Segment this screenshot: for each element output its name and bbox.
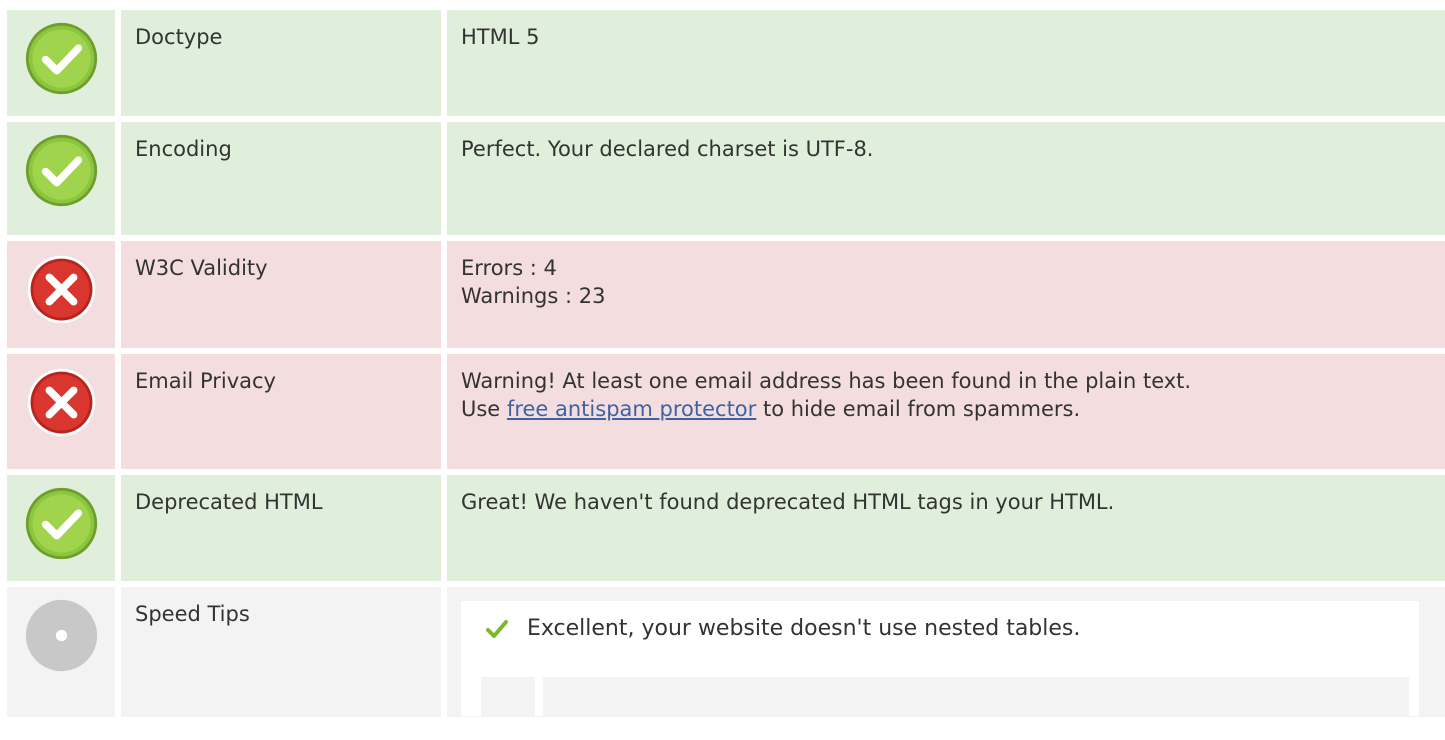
advice-suffix: to hide email from spammers.	[756, 397, 1081, 421]
table-row-encoding: Encoding Perfect. Your declared charset …	[7, 122, 1445, 235]
value-text: HTML 5	[461, 25, 540, 49]
row-label: Doctype	[121, 10, 441, 116]
status-cell	[7, 354, 115, 469]
row-value: Great! We haven't found deprecated HTML …	[447, 475, 1445, 581]
row-value: Perfect. Your declared charset is UTF-8.	[447, 122, 1445, 235]
status-cell	[7, 122, 115, 235]
next-tip-placeholder	[481, 677, 1409, 716]
warnings-count: Warnings : 23	[461, 284, 606, 308]
tip-text: Excellent, your website doesn't use nest…	[527, 616, 1081, 641]
status-cell	[7, 241, 115, 348]
table-row-email-privacy: Email Privacy Warning! At least one emai…	[7, 354, 1445, 469]
table-row-w3c-validity: W3C Validity Errors : 4 Warnings : 23	[7, 241, 1445, 348]
row-value: HTML 5	[447, 10, 1445, 116]
info-circle-icon	[25, 599, 97, 672]
table-row-speed-tips: Speed Tips Excellent, your website doesn…	[7, 587, 1445, 717]
row-label: Deprecated HTML	[121, 475, 441, 581]
value-text: Great! We haven't found deprecated HTML …	[461, 490, 1115, 514]
check-circle-icon	[25, 134, 97, 207]
advice-text: Use free antispam protector to hide emai…	[461, 395, 1431, 423]
advice-prefix: Use	[461, 397, 507, 421]
value-text: Perfect. Your declared charset is UTF-8.	[461, 137, 874, 161]
tip-text-cell	[543, 677, 1409, 716]
errors-count: Errors : 4	[461, 256, 557, 280]
antispam-protector-link[interactable]: free antispam protector	[507, 397, 756, 421]
check-circle-icon	[25, 487, 97, 560]
table-row-doctype: Doctype HTML 5	[7, 10, 1445, 116]
row-value: Excellent, your website doesn't use nest…	[447, 587, 1445, 717]
row-label: W3C Validity	[121, 241, 441, 348]
check-mark-icon	[486, 620, 508, 638]
row-value: Errors : 4 Warnings : 23	[447, 241, 1445, 348]
row-label: Email Privacy	[121, 354, 441, 469]
row-value: Warning! At least one email address has …	[447, 354, 1445, 469]
row-label: Encoding	[121, 122, 441, 235]
speed-tips-list: Excellent, your website doesn't use nest…	[461, 601, 1419, 716]
check-circle-icon	[25, 22, 97, 95]
error-circle-icon	[27, 255, 95, 324]
status-cell	[7, 475, 115, 581]
list-item: Excellent, your website doesn't use nest…	[461, 601, 1419, 657]
seo-report-table: Doctype HTML 5 Encoding Perfect. Your de…	[7, 10, 1445, 723]
status-cell	[7, 10, 115, 116]
status-cell	[7, 587, 115, 717]
row-label: Speed Tips	[121, 587, 441, 717]
tip-icon-cell	[481, 677, 535, 716]
warning-text: Warning! At least one email address has …	[461, 369, 1192, 393]
error-circle-icon	[27, 368, 95, 437]
table-row-deprecated-html: Deprecated HTML Great! We haven't found …	[7, 475, 1445, 581]
